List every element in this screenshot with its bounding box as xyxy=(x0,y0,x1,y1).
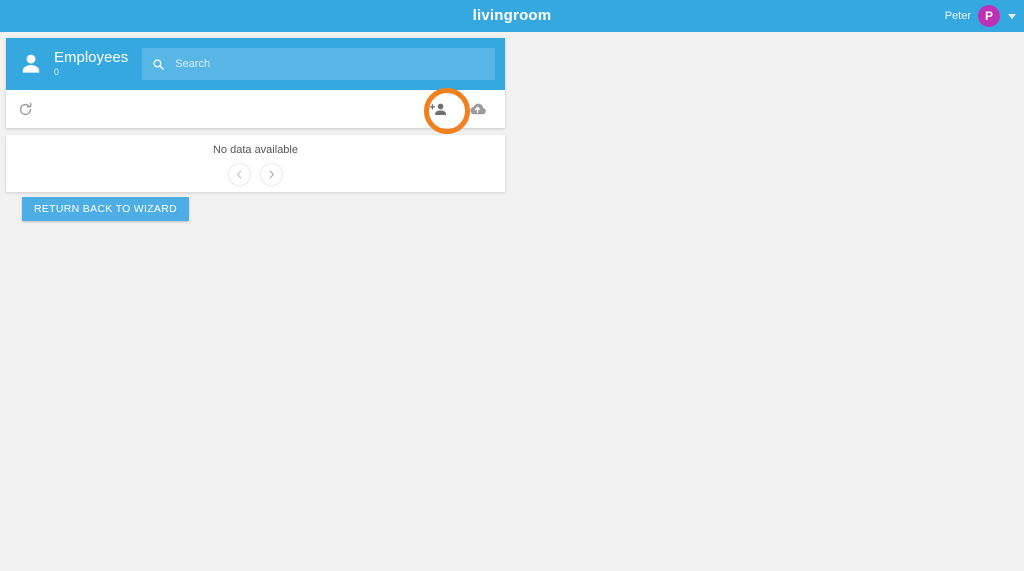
search-box[interactable] xyxy=(142,48,495,80)
person-add-icon[interactable] xyxy=(429,100,448,119)
data-table-card: No data available xyxy=(6,135,505,192)
caret-down-icon[interactable] xyxy=(1008,13,1016,19)
chevron-left-icon[interactable] xyxy=(228,163,251,186)
empty-state-message: No data available xyxy=(212,144,298,156)
cloud-upload-icon[interactable] xyxy=(468,100,487,119)
refresh-icon[interactable] xyxy=(16,100,35,119)
person-icon xyxy=(18,51,44,77)
search-input[interactable] xyxy=(173,57,485,71)
panel-title-block: Employees 0 xyxy=(54,50,128,77)
chevron-right-icon[interactable] xyxy=(260,163,283,186)
avatar[interactable]: P xyxy=(978,5,1000,27)
panel-toolbar xyxy=(6,90,505,128)
employees-panel: Employees 0 xyxy=(6,38,505,128)
pagination xyxy=(6,163,505,186)
user-name-label: Peter xyxy=(944,10,971,22)
return-to-wizard-button[interactable]: RETURN BACK TO WIZARD xyxy=(22,197,190,221)
page-title: Employees xyxy=(54,49,129,67)
panel-header: Employees 0 xyxy=(6,38,505,90)
app-title: livingroom xyxy=(472,7,552,24)
search-icon xyxy=(152,58,165,71)
app-header-bar: livingroom Peter P xyxy=(0,0,1024,32)
toolbar-actions xyxy=(429,100,487,119)
user-menu[interactable]: Peter P xyxy=(945,0,1016,32)
record-count: 0 xyxy=(54,67,60,78)
